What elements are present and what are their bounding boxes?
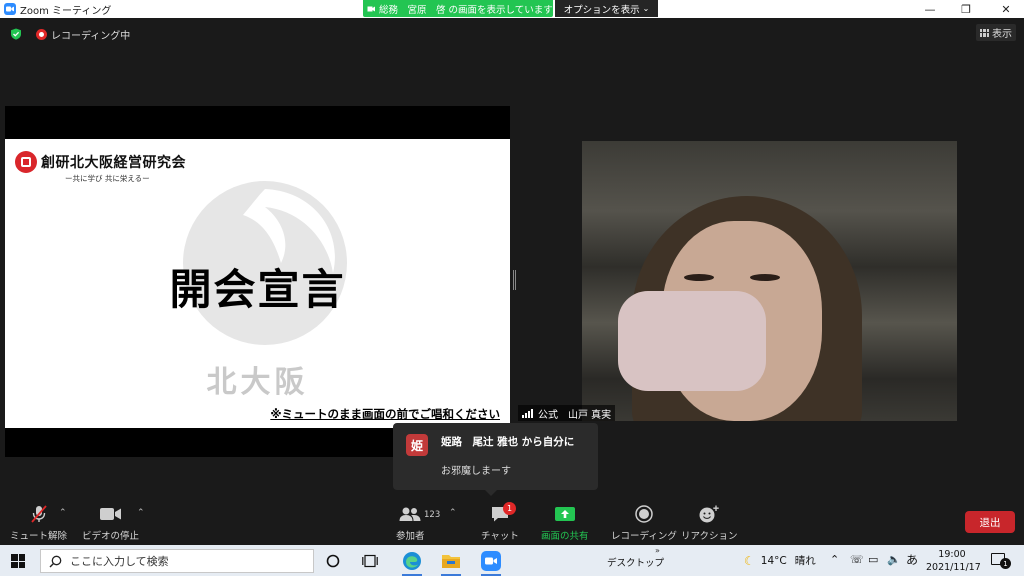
chat-unread-badge: 1 [503,502,516,515]
participant-name-tag: 公式 山戸 真実 [518,405,616,421]
zoom-app-icon [4,3,16,15]
org-logo-icon [15,151,37,173]
org-tagline: ー共に学び 共に栄えるー [65,174,150,183]
chevron-down-icon: ⌄ [642,4,650,13]
signal-strength-icon [522,408,534,418]
stop-video-label: ビデオの停止 [82,531,140,542]
clock-date: 2021/11/17 [926,562,981,573]
close-button[interactable]: ✕ [988,0,1024,18]
video-camera-icon [99,504,122,524]
weather-temperature: 14°C [760,554,787,567]
presentation-slide: 創研北大阪経営研究会 ー共に学び 共に栄えるー 開会宣言 北大阪 ※ミュートのま… [5,139,510,428]
org-name: 創研北大阪経営研究会 [41,155,186,171]
video-options-caret[interactable]: ⌃ [137,508,145,518]
participants-icon [399,504,421,524]
meeting-toolbar: ミュート解除 ⌃ ビデオの停止 ⌃ 参加者 123 ⌃ チャット 1 画面の共有… [0,498,1024,544]
clock-time: 19:00 [938,549,966,560]
record-button[interactable]: レコーディング [611,504,677,542]
share-banner-text: 総務 宮原 啓 の画面を表示しています [379,4,553,16]
search-icon [49,555,62,567]
share-screen-icon [554,504,575,524]
edge-browser-icon[interactable] [401,550,423,576]
smiley-add-icon [698,504,720,524]
view-label: 表示 [992,29,1012,40]
chat-label: チャット [481,531,519,542]
slide-note: ※ミュートのまま画面の前でご唱和ください [270,407,500,421]
unmute-label: ミュート解除 [10,531,68,542]
weather-widget[interactable]: ☾ 14°C 晴れ [744,553,816,568]
windows-taskbar: ここに入力して検索 デスクトップ » ☾ 14°C 晴れ ⌃ ☏ ▭ 🔈 あ 1… [0,545,1024,576]
stop-video-button[interactable]: ビデオの停止 [82,504,139,542]
view-button[interactable]: 表示 [976,24,1016,41]
security-shield-icon[interactable] [10,28,22,40]
participants-options-caret[interactable]: ⌃ [449,508,457,518]
taskbar-search-box[interactable]: ここに入力して検索 [40,549,314,573]
audio-options-caret[interactable]: ⌃ [59,508,67,518]
meet-now-icon[interactable]: ☏ [850,553,864,566]
desktop-toolbar-chevron-icon[interactable]: » [655,546,660,555]
muted-microphone-icon [30,504,48,524]
org-logo: 創研北大阪経営研究会 [15,151,186,173]
share-status-icon [367,6,375,11]
slide-title: 開会宣言 [169,265,346,314]
battery-icon[interactable]: ▭ [868,553,878,566]
cortana-icon[interactable] [322,550,344,572]
file-explorer-icon[interactable] [440,550,462,576]
volume-icon[interactable]: 🔈 [887,553,901,566]
record-circle-icon [635,504,653,524]
recording-indicator[interactable]: レコーディング中 [36,27,130,42]
view-options-label: オプションを表示 [563,4,640,16]
windows-start-icon[interactable] [11,554,25,568]
resize-splitter-handle[interactable] [513,270,516,290]
chat-sender: 姫路 尾辻 雅也 から自分に [441,436,575,448]
desktop-toolbar-label[interactable]: デスクトップ [607,555,664,569]
system-clock[interactable]: 19:00 2021/11/17 [926,548,981,574]
record-label: レコーディング [611,531,677,542]
participants-label: 参加者 [396,531,425,542]
participants-button[interactable]: 参加者 [396,504,425,542]
leave-meeting-button[interactable]: 退出 [965,511,1015,533]
show-hidden-icons-chevron-icon[interactable]: ⌃ [830,553,839,566]
window-title: Zoom ミーティング [20,5,112,17]
reactions-button[interactable]: リアクション [681,504,738,542]
share-screen-label: 画面の共有 [541,531,589,542]
chat-notification-popup[interactable]: 姫 姫路 尾辻 雅也 から自分に お邪魔しまーす [393,423,598,496]
slide-watermark-text: 北大阪 [206,365,309,400]
restore-button[interactable]: ❐ [948,0,984,18]
ime-mode-indicator[interactable]: あ [906,551,918,568]
notification-count-badge: 1 [1000,558,1011,569]
reactions-label: リアクション [681,531,738,542]
chat-message: お邪魔しまーす [441,466,511,477]
search-placeholder: ここに入力して検索 [70,555,169,568]
shared-screen[interactable]: 創研北大阪経営研究会 ー共に学び 共に栄えるー 開会宣言 北大阪 ※ミュートのま… [5,106,510,457]
participant-video[interactable] [582,141,957,421]
screen-share-banner: 総務 宮原 啓 の画面を表示しています [363,0,553,17]
sender-avatar: 姫 [406,434,428,456]
task-view-icon[interactable] [359,550,381,572]
grid-view-icon [980,28,989,37]
moon-icon: ☾ [744,553,755,568]
view-options-button[interactable]: オプションを表示 ⌄ [555,0,658,17]
participant-name: 公式 山戸 真実 [538,409,612,421]
weather-condition: 晴れ [794,555,816,567]
chat-button[interactable]: チャット 1 [481,502,519,542]
record-icon [36,29,47,40]
minimize-button[interactable]: — [912,0,948,18]
share-screen-button[interactable]: 画面の共有 [541,504,589,542]
notification-center-icon[interactable]: 1 [991,553,1011,569]
participants-count: 123 [424,510,441,520]
recording-label: レコーディング中 [51,31,131,42]
zoom-taskbar-icon[interactable] [480,550,502,576]
